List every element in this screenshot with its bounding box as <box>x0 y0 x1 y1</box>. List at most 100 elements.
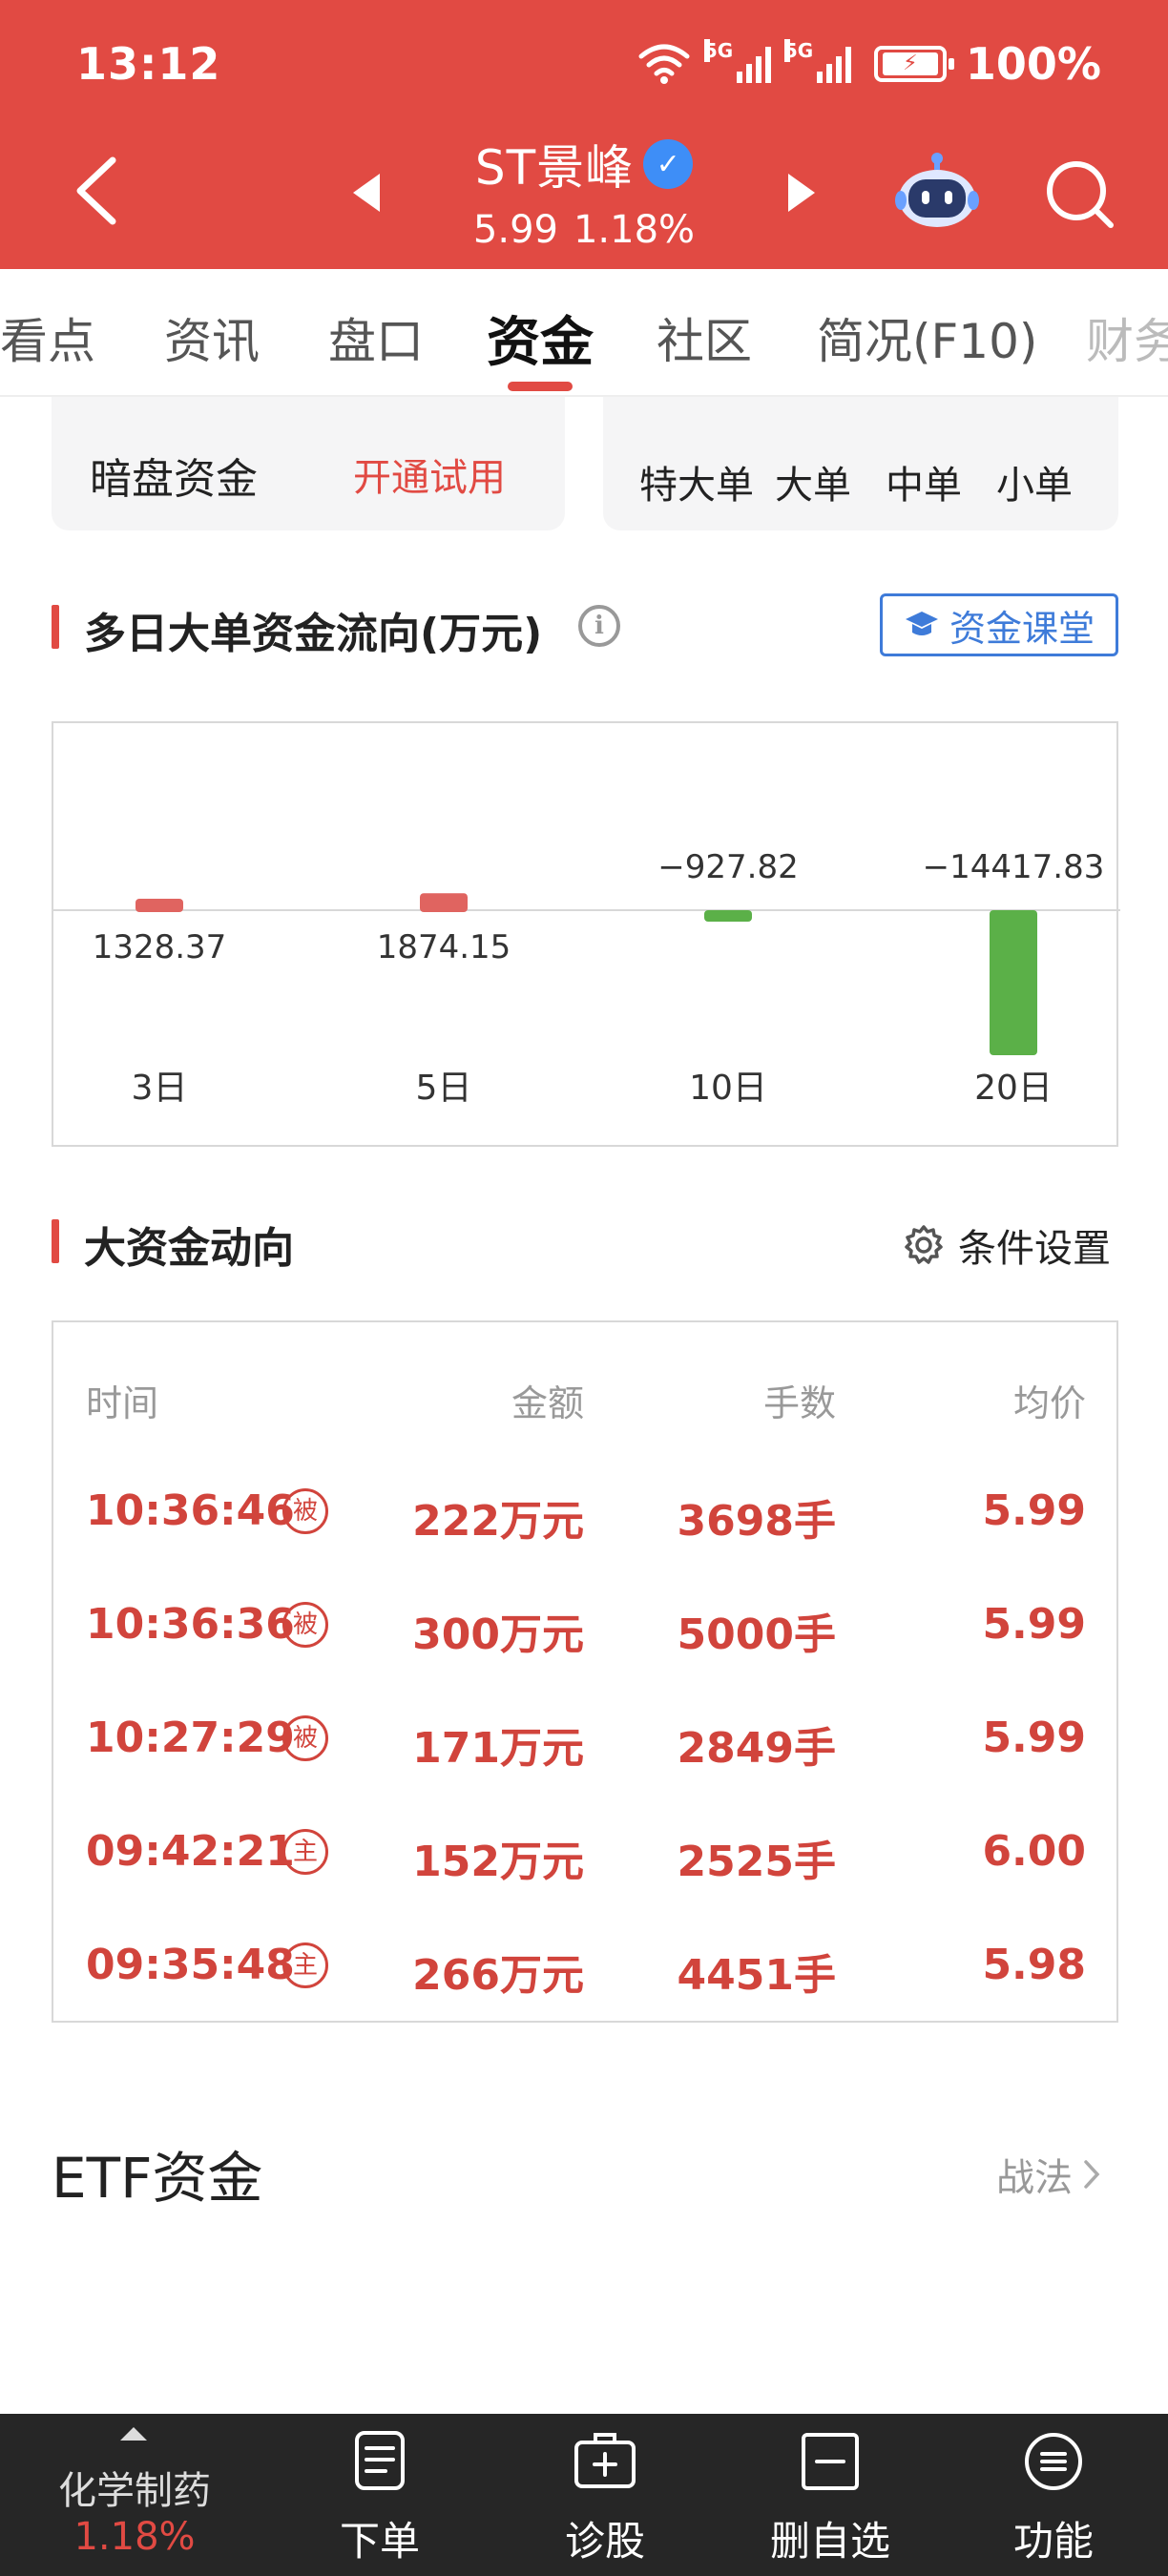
big-funds-title: 大资金动向 <box>84 1224 294 1273</box>
order-label: 下单 <box>339 2518 420 2565</box>
diagnose-label: 诊股 <box>564 2518 645 2565</box>
chart-data-label: −14417.83 <box>923 848 1105 886</box>
header-lots: 手数 <box>762 1382 836 1424</box>
robot-assistant-icon[interactable] <box>895 151 979 229</box>
battery-icon: ⚡ <box>873 46 954 82</box>
row-amount: 171万元 <box>412 1724 584 1773</box>
header-time: 时间 <box>86 1382 159 1424</box>
chart-category-label: 5日 <box>416 1069 472 1108</box>
row-lots: 2849手 <box>677 1724 836 1773</box>
dark-pool-title: 暗盘资金 <box>90 455 258 504</box>
order-size-large[interactable]: 大单 <box>775 454 851 509</box>
fund-class-button[interactable]: 资金课堂 <box>880 593 1118 656</box>
header-amount: 金额 <box>511 1382 584 1424</box>
multi-day-title: 多日大单资金流向(万元) <box>84 610 543 658</box>
row-time: 10:36:36 <box>86 1600 295 1649</box>
remove-watchlist-label: 删自选 <box>769 2518 890 2565</box>
graduation-cap-icon <box>905 612 938 635</box>
row-time: 09:35:48 <box>86 1941 295 1989</box>
order-size-filters: 特大单 大单 中单 小单 <box>639 454 1073 509</box>
trial-button[interactable]: 开通试用 <box>353 447 506 502</box>
tab-news[interactable]: 资讯 <box>164 303 260 372</box>
tab-highlights[interactable]: 看点 <box>0 303 95 372</box>
row-lots: 2525手 <box>677 1838 836 1886</box>
signal-5g-icon: 5G <box>783 39 851 83</box>
stock-price: 5.99 <box>472 208 558 252</box>
strategy-link[interactable]: 战法 <box>996 2147 1101 2202</box>
row-amount: 300万元 <box>412 1610 584 1659</box>
row-price: 5.99 <box>982 1714 1086 1762</box>
battery-level: 100% <box>965 38 1101 90</box>
signal-label: 5G <box>783 39 814 62</box>
app-header: 13:12 5G 5G ⚡ 100% ST景峰 ✓ 5.99 1.18% <box>0 0 1168 269</box>
table-row[interactable]: 10:36:36 被 300万元 5000手 5.99 <box>53 1600 1116 1667</box>
tab-funds[interactable]: 资金 <box>487 300 594 377</box>
sector-change: 1.18% <box>73 2515 196 2559</box>
section-marker <box>52 605 59 649</box>
strategy-link-label: 战法 <box>996 2156 1073 2200</box>
row-amount: 266万元 <box>412 1951 584 2000</box>
chart-bar <box>136 898 183 912</box>
stock-title: ST景峰 ✓ <box>0 130 1168 198</box>
signal-5g-icon: 5G <box>703 39 771 83</box>
remove-watchlist-button[interactable]: 删自选 <box>735 2414 926 2576</box>
trade-type-badge: 主 <box>282 1829 328 1875</box>
table-row[interactable]: 10:36:46 被 222万元 3698手 5.99 <box>53 1486 1116 1553</box>
trade-type-badge: 主 <box>282 1942 328 1988</box>
stock-change: 1.18% <box>573 208 696 252</box>
info-icon[interactable]: i <box>578 605 620 647</box>
order-icon <box>355 2431 405 2490</box>
functions-button[interactable]: 功能 <box>958 2414 1149 2576</box>
wifi-icon <box>638 44 690 84</box>
tab-financials[interactable]: 财务 <box>1086 303 1168 372</box>
chart-bar <box>990 910 1037 1055</box>
diagnose-icon <box>574 2433 636 2488</box>
row-price: 5.98 <box>982 1941 1086 1989</box>
tab-quotes[interactable]: 盘口 <box>328 303 424 372</box>
gear-icon <box>905 1225 943 1264</box>
tab-profile-f10[interactable]: 简况(F10) <box>817 303 1037 372</box>
condition-settings-button[interactable]: 条件设置 <box>903 1217 1111 1273</box>
row-amount: 152万元 <box>412 1838 584 1886</box>
table-row[interactable]: 09:42:21 主 152万元 2525手 6.00 <box>53 1827 1116 1894</box>
caret-up-icon <box>120 2427 147 2441</box>
battery-charging: ⚡ <box>882 52 938 75</box>
section-marker <box>52 1219 59 1263</box>
tab-community[interactable]: 社区 <box>657 303 752 372</box>
tab-bar: 看点 资讯 盘口 资金 社区 简况(F10) 财务 <box>0 269 1168 397</box>
stock-name: ST景峰 <box>474 140 635 196</box>
search-icon[interactable] <box>1044 158 1116 231</box>
bottom-toolbar: 化学制药 1.18% 下单 诊股 删自选 功能 <box>0 2414 1168 2576</box>
functions-label: 功能 <box>1012 2518 1094 2565</box>
order-size-medium[interactable]: 中单 <box>886 454 962 509</box>
chart-category-label: 3日 <box>132 1069 188 1108</box>
active-tab-indicator <box>508 382 573 391</box>
row-price: 5.99 <box>982 1600 1086 1649</box>
chart-data-label: 1874.15 <box>377 928 511 966</box>
row-lots: 5000手 <box>677 1610 836 1659</box>
dark-pool-card[interactable]: 暗盘资金 开通试用 <box>52 397 565 530</box>
chart-category-label: 20日 <box>974 1069 1053 1108</box>
stock-quote: 5.99 1.18% <box>0 208 1168 252</box>
row-lots: 4451手 <box>677 1951 836 2000</box>
chart-data-label: 1328.37 <box>93 928 227 966</box>
trade-type-badge: 被 <box>282 1488 328 1534</box>
table-row[interactable]: 10:27:29 被 171万元 2849手 5.99 <box>53 1714 1116 1780</box>
chart-bar <box>704 910 752 922</box>
sector-selector[interactable]: 化学制药 1.18% <box>0 2414 269 2576</box>
table-row[interactable]: 09:35:48 主 266万元 4451手 5.98 <box>53 1941 1116 2007</box>
multi-day-chart: 1328.37 3日 1874.15 5日 −927.82 10日 −14417.83 20日 <box>52 721 1120 1147</box>
row-price: 6.00 <box>982 1827 1086 1876</box>
fund-class-label: 资金课堂 <box>949 607 1095 650</box>
etf-funds-title: ETF资金 <box>52 2146 263 2211</box>
chart-category-label: 10日 <box>689 1069 767 1108</box>
condition-settings-label: 条件设置 <box>958 1227 1111 1271</box>
order-size-small[interactable]: 小单 <box>996 454 1073 509</box>
menu-icon <box>1025 2433 1082 2490</box>
order-button[interactable]: 下单 <box>284 2414 475 2576</box>
order-size-extra-large[interactable]: 特大单 <box>639 454 754 509</box>
sector-name: 化学制药 <box>58 2469 211 2513</box>
diagnose-button[interactable]: 诊股 <box>510 2414 700 2576</box>
remove-watchlist-icon <box>802 2433 859 2490</box>
row-price: 5.99 <box>982 1486 1086 1535</box>
